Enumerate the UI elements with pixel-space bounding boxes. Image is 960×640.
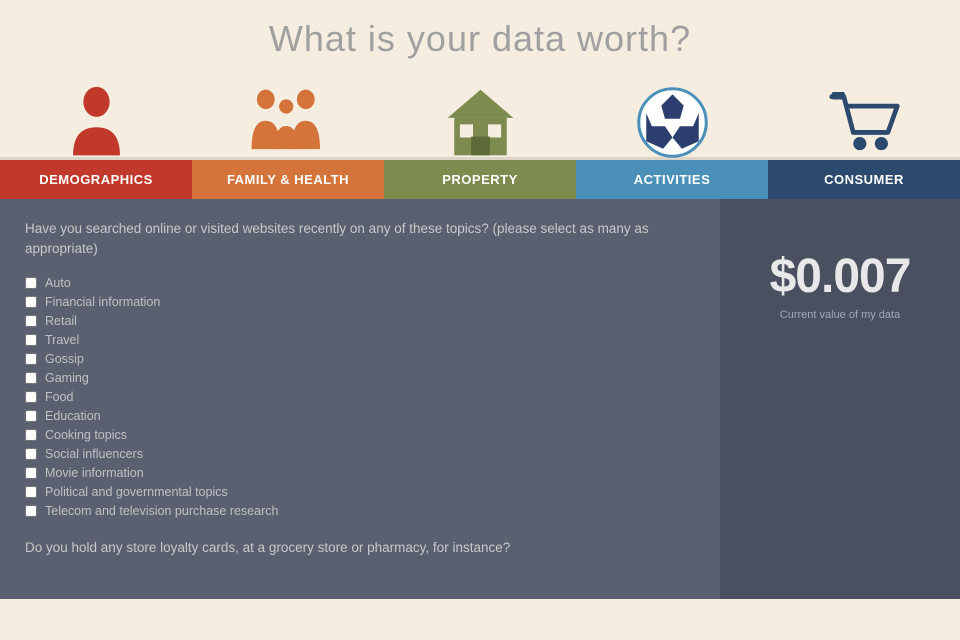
checkbox-item: Education	[25, 409, 695, 423]
checkbox-8[interactable]	[25, 429, 37, 441]
data-label: Current value of my data	[780, 309, 900, 321]
icon-row	[0, 70, 960, 160]
checkbox-7[interactable]	[25, 410, 37, 422]
checkbox-item: Financial information	[25, 295, 695, 309]
checkbox-label: Telecom and television purchase research	[45, 504, 278, 518]
consumer-icon	[768, 85, 960, 160]
checkbox-label: Food	[45, 390, 74, 404]
checkbox-label: Auto	[45, 276, 71, 290]
checkbox-item: Political and governmental topics	[25, 485, 695, 499]
content-area: Have you searched online or visited webs…	[0, 199, 960, 599]
tab-consumer[interactable]: CONSUMER	[768, 160, 960, 199]
checkbox-1[interactable]	[25, 296, 37, 308]
checkbox-label: Gaming	[45, 371, 89, 385]
checkbox-item: Food	[25, 390, 695, 404]
checkbox-item: Telecom and television purchase research	[25, 504, 695, 518]
checkbox-10[interactable]	[25, 467, 37, 479]
checkbox-item: Travel	[25, 333, 695, 347]
checkbox-label: Gossip	[45, 352, 84, 366]
property-icon	[384, 85, 576, 160]
right-panel: $0.007 Current value of my data	[720, 199, 960, 599]
tab-activities[interactable]: ACTIVITIES	[576, 160, 768, 199]
checkbox-list: Auto Financial information Retail Travel Gos…	[25, 276, 695, 518]
checkbox-item: Auto	[25, 276, 695, 290]
tab-family-health[interactable]: FAMILY & HEALTH	[192, 160, 384, 199]
page-title: What is your data worth?	[0, 18, 960, 60]
checkbox-12[interactable]	[25, 505, 37, 517]
data-value: $0.007	[770, 249, 911, 304]
checkbox-item: Cooking topics	[25, 428, 695, 442]
question2-text: Do you hold any store loyalty cards, at …	[25, 538, 695, 558]
checkbox-item: Retail	[25, 314, 695, 328]
checkbox-item: Movie information	[25, 466, 695, 480]
header: What is your data worth?	[0, 0, 960, 199]
checkbox-label: Political and governmental topics	[45, 485, 228, 499]
checkbox-label: Travel	[45, 333, 79, 347]
checkbox-6[interactable]	[25, 391, 37, 403]
checkbox-label: Education	[45, 409, 101, 423]
checkbox-label: Retail	[45, 314, 77, 328]
checkbox-item: Social influencers	[25, 447, 695, 461]
checkbox-4[interactable]	[25, 353, 37, 365]
checkbox-item: Gaming	[25, 371, 695, 385]
checkbox-3[interactable]	[25, 334, 37, 346]
tab-property[interactable]: PROPERTY	[384, 160, 576, 199]
nav-tabs: DEMOGRAPHICS FAMILY & HEALTH PROPERTY AC…	[0, 160, 960, 199]
checkbox-label: Movie information	[45, 466, 144, 480]
checkbox-9[interactable]	[25, 448, 37, 460]
checkbox-label: Financial information	[45, 295, 160, 309]
tab-demographics[interactable]: DEMOGRAPHICS	[0, 160, 192, 199]
checkbox-label: Cooking topics	[45, 428, 127, 442]
question1-text: Have you searched online or visited webs…	[25, 219, 695, 260]
demographics-icon	[0, 85, 192, 160]
checkbox-2[interactable]	[25, 315, 37, 327]
left-panel: Have you searched online or visited webs…	[0, 199, 720, 599]
checkbox-item: Gossip	[25, 352, 695, 366]
activities-icon	[576, 85, 768, 160]
checkbox-label: Social influencers	[45, 447, 143, 461]
family-icon	[192, 85, 384, 160]
checkbox-5[interactable]	[25, 372, 37, 384]
checkbox-11[interactable]	[25, 486, 37, 498]
checkbox-0[interactable]	[25, 277, 37, 289]
